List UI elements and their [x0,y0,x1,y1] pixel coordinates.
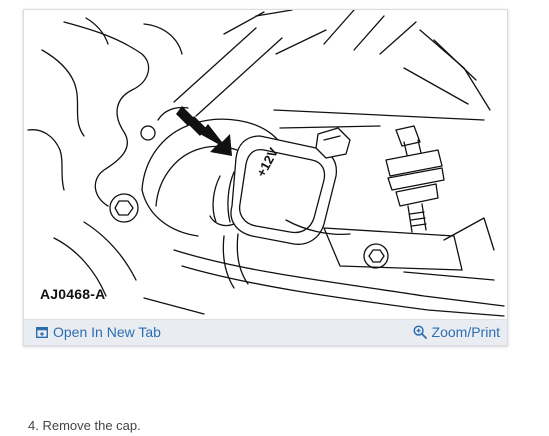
open-in-new-tab-link[interactable]: Open In New Tab [36,324,161,340]
zoom-print-link[interactable]: Zoom/Print [412,324,500,340]
figure-card: +12V AJ0468-A Open In New Tab Zoom/Print [23,9,508,346]
figure-action-bar: Open In New Tab Zoom/Print [24,319,507,345]
zoom-in-icon [412,325,427,339]
open-tab-icon [36,326,48,338]
zoom-print-label: Zoom/Print [431,324,500,340]
page: +12V AJ0468-A Open In New Tab Zoom/Print… [0,0,549,436]
step-instruction: 4. Remove the cap. [28,418,141,433]
diagram-illustration: +12V AJ0468-A [24,10,507,319]
open-in-new-tab-label: Open In New Tab [53,324,161,340]
figure-id-label: AJ0468-A [40,286,106,302]
